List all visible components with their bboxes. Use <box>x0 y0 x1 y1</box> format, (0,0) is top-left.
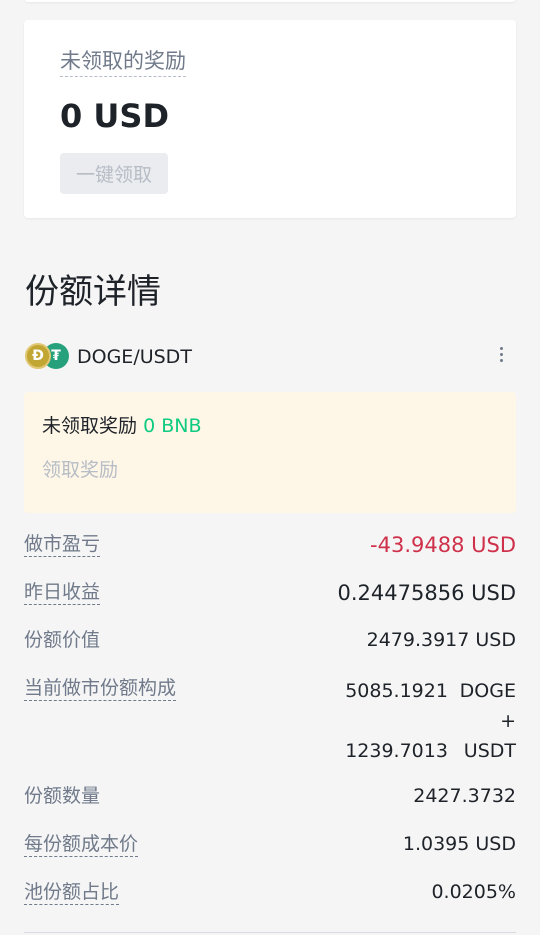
doge-coin-icon: Ð <box>25 343 51 369</box>
composition-quote-token: USDT <box>463 740 516 762</box>
bottom-divider <box>24 932 516 933</box>
pool-share-ratio-row: 池份额占比 0.0205% <box>24 880 516 908</box>
unclaimed-rewards-amount: 0 USD <box>60 97 169 135</box>
unclaimed-rewards-title[interactable]: 未领取的奖励 <box>60 48 186 77</box>
more-options-icon[interactable] <box>496 344 506 364</box>
share-composition-value: 5085.1921 DOGE + 1239.7013 USDT <box>316 676 516 766</box>
pending-rewards-value: 0 BNB <box>143 415 202 437</box>
yesterday-earnings-label[interactable]: 昨日收益 <box>24 580 101 605</box>
previous-card <box>24 0 516 2</box>
yesterday-earnings-value: 0.24475856 USD <box>337 581 516 605</box>
cost-per-share-label[interactable]: 每份额成本价 <box>24 832 139 857</box>
share-value-row: 份额价值 2479.3917 USD <box>24 628 516 656</box>
pnl-label[interactable]: 做市盈亏 <box>24 532 101 557</box>
composition-quote-amount: 1239.7013 <box>345 740 448 762</box>
pnl-value: -43.9488 USD <box>370 533 516 557</box>
yesterday-earnings-row: 昨日收益 0.24475856 USD <box>24 580 516 608</box>
cost-per-share-value: 1.0395 USD <box>402 833 516 855</box>
share-details-title: 份额详情 <box>25 272 161 312</box>
composition-plus: + <box>500 710 516 732</box>
pnl-row: 做市盈亏 -43.9488 USD <box>24 532 516 560</box>
pending-rewards-box: 未领取奖励 0 BNB 领取奖励 <box>24 392 516 513</box>
composition-base-amount: 5085.1921 <box>345 680 448 702</box>
claim-all-button[interactable]: 一键领取 <box>60 153 168 194</box>
pool-share-ratio-value: 0.0205% <box>431 881 516 903</box>
share-count-row: 份额数量 2427.3732 <box>24 784 516 812</box>
share-composition-label[interactable]: 当前做市份额构成 <box>24 676 177 701</box>
cost-per-share-row: 每份额成本价 1.0395 USD <box>24 832 516 860</box>
composition-base-line: 5085.1921 DOGE <box>316 676 516 706</box>
pending-rewards-label-text: 未领取奖励 <box>42 415 138 437</box>
share-composition-row: 当前做市份额构成 5085.1921 DOGE + 1239.7013 USDT <box>24 676 516 768</box>
pool-share-ratio-label[interactable]: 池份额占比 <box>24 880 120 905</box>
share-value-label: 份额价值 <box>24 629 101 651</box>
share-count-value: 2427.3732 <box>413 785 516 807</box>
pending-rewards-label: 未领取奖励 0 BNB <box>42 414 201 438</box>
unclaimed-rewards-card: 未领取的奖励 0 USD 一键领取 <box>24 20 516 218</box>
composition-quote-line: 1239.7013 USDT <box>316 736 516 766</box>
composition-base-token: DOGE <box>459 680 516 702</box>
share-value-value: 2479.3917 USD <box>366 629 516 651</box>
pair-name: DOGE/USDT <box>77 346 192 368</box>
share-count-label: 份额数量 <box>24 785 101 807</box>
claim-rewards-button[interactable]: 领取奖励 <box>42 458 118 482</box>
pair-header: Ð ₮ DOGE/USDT <box>24 340 516 374</box>
